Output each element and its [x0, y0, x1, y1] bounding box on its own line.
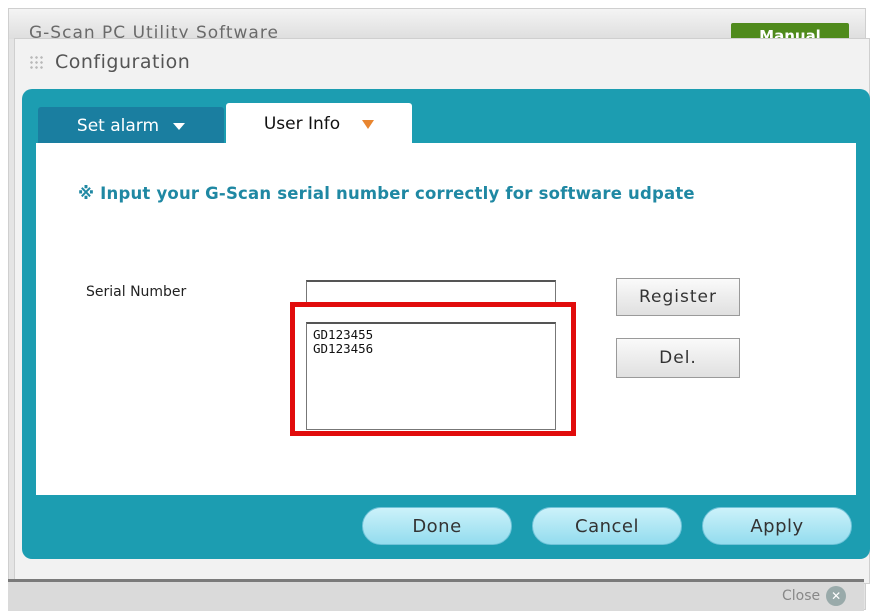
close-circle-icon: ✕ — [826, 586, 847, 606]
tab-set-alarm[interactable]: Set alarm — [38, 107, 224, 145]
delete-button[interactable]: Del. — [616, 338, 740, 378]
bottom-bar — [8, 579, 864, 611]
triangle-down-icon — [362, 119, 375, 129]
tab-set-alarm-label: Set alarm — [76, 116, 160, 136]
manual-button[interactable]: Manual — [731, 23, 849, 39]
grip-dots-icon — [29, 55, 43, 69]
apply-button[interactable]: Apply — [702, 507, 852, 545]
serial-number-label: Serial Number — [86, 284, 187, 300]
cancel-button[interactable]: Cancel — [532, 507, 682, 545]
highlight-annotation — [290, 302, 576, 436]
serial-number-input[interactable] — [306, 280, 556, 304]
dialog-titlebar[interactable]: Configuration — [29, 47, 190, 77]
register-button[interactable]: Register — [616, 278, 740, 316]
app-title: G-Scan PC Utility Software — [29, 23, 279, 39]
tab-user-info-label: User Info — [263, 114, 341, 134]
triangle-down-icon — [173, 122, 186, 130]
close-label: Close — [782, 588, 821, 604]
dialog-title: Configuration — [55, 51, 191, 73]
done-button[interactable]: Done — [362, 507, 512, 545]
tab-user-info[interactable]: User Info — [226, 103, 412, 145]
serial-notice: ※ Input your G-Scan serial number correc… — [78, 184, 695, 203]
close-button[interactable]: Close ✕ — [782, 586, 847, 606]
background-titlebar: G-Scan PC Utility Software Manual — [9, 9, 865, 39]
